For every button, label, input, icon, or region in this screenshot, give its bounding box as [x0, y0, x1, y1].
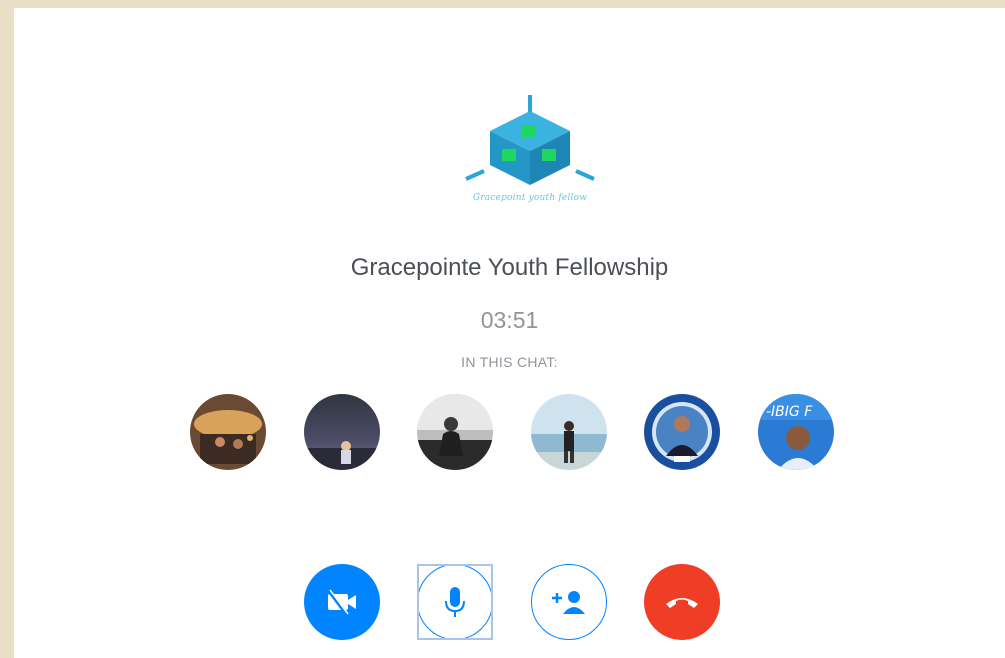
microphone-icon	[445, 587, 465, 617]
cube-logo-icon	[465, 95, 595, 185]
end-call-button[interactable]	[644, 564, 720, 640]
add-person-button[interactable]	[531, 564, 607, 640]
participant-avatar-6[interactable]: -IBIG F	[758, 394, 834, 470]
participant-avatar-4[interactable]	[531, 394, 607, 470]
video-off-button[interactable]	[304, 564, 380, 640]
video-off-icon	[326, 589, 356, 615]
participant-list: -IBIG F	[14, 392, 1005, 472]
logo-tagline: Gracepoint youth fellow	[472, 193, 588, 203]
add-person-icon	[552, 591, 585, 614]
call-window: Gracepoint youth fellow Gracepointe Yout…	[14, 8, 1005, 658]
participant-avatar-1[interactable]	[190, 394, 266, 470]
end-call-icon	[666, 598, 698, 608]
participant-avatar-2[interactable]	[304, 394, 380, 470]
group-name: Gracepointe Youth Fellowship	[350, 254, 669, 281]
call-timer: 03:51	[480, 307, 539, 333]
svg-text:-IBIG F: -IBIG F	[766, 404, 813, 420]
participant-avatar-3[interactable]	[417, 394, 493, 470]
call-controls	[14, 556, 1005, 640]
participant-avatar-5[interactable]	[644, 394, 720, 470]
participants-heading: IN THIS CHAT:	[461, 354, 558, 370]
microphone-button[interactable]	[417, 564, 493, 640]
group-logo: Gracepoint youth fellow	[444, 93, 616, 229]
